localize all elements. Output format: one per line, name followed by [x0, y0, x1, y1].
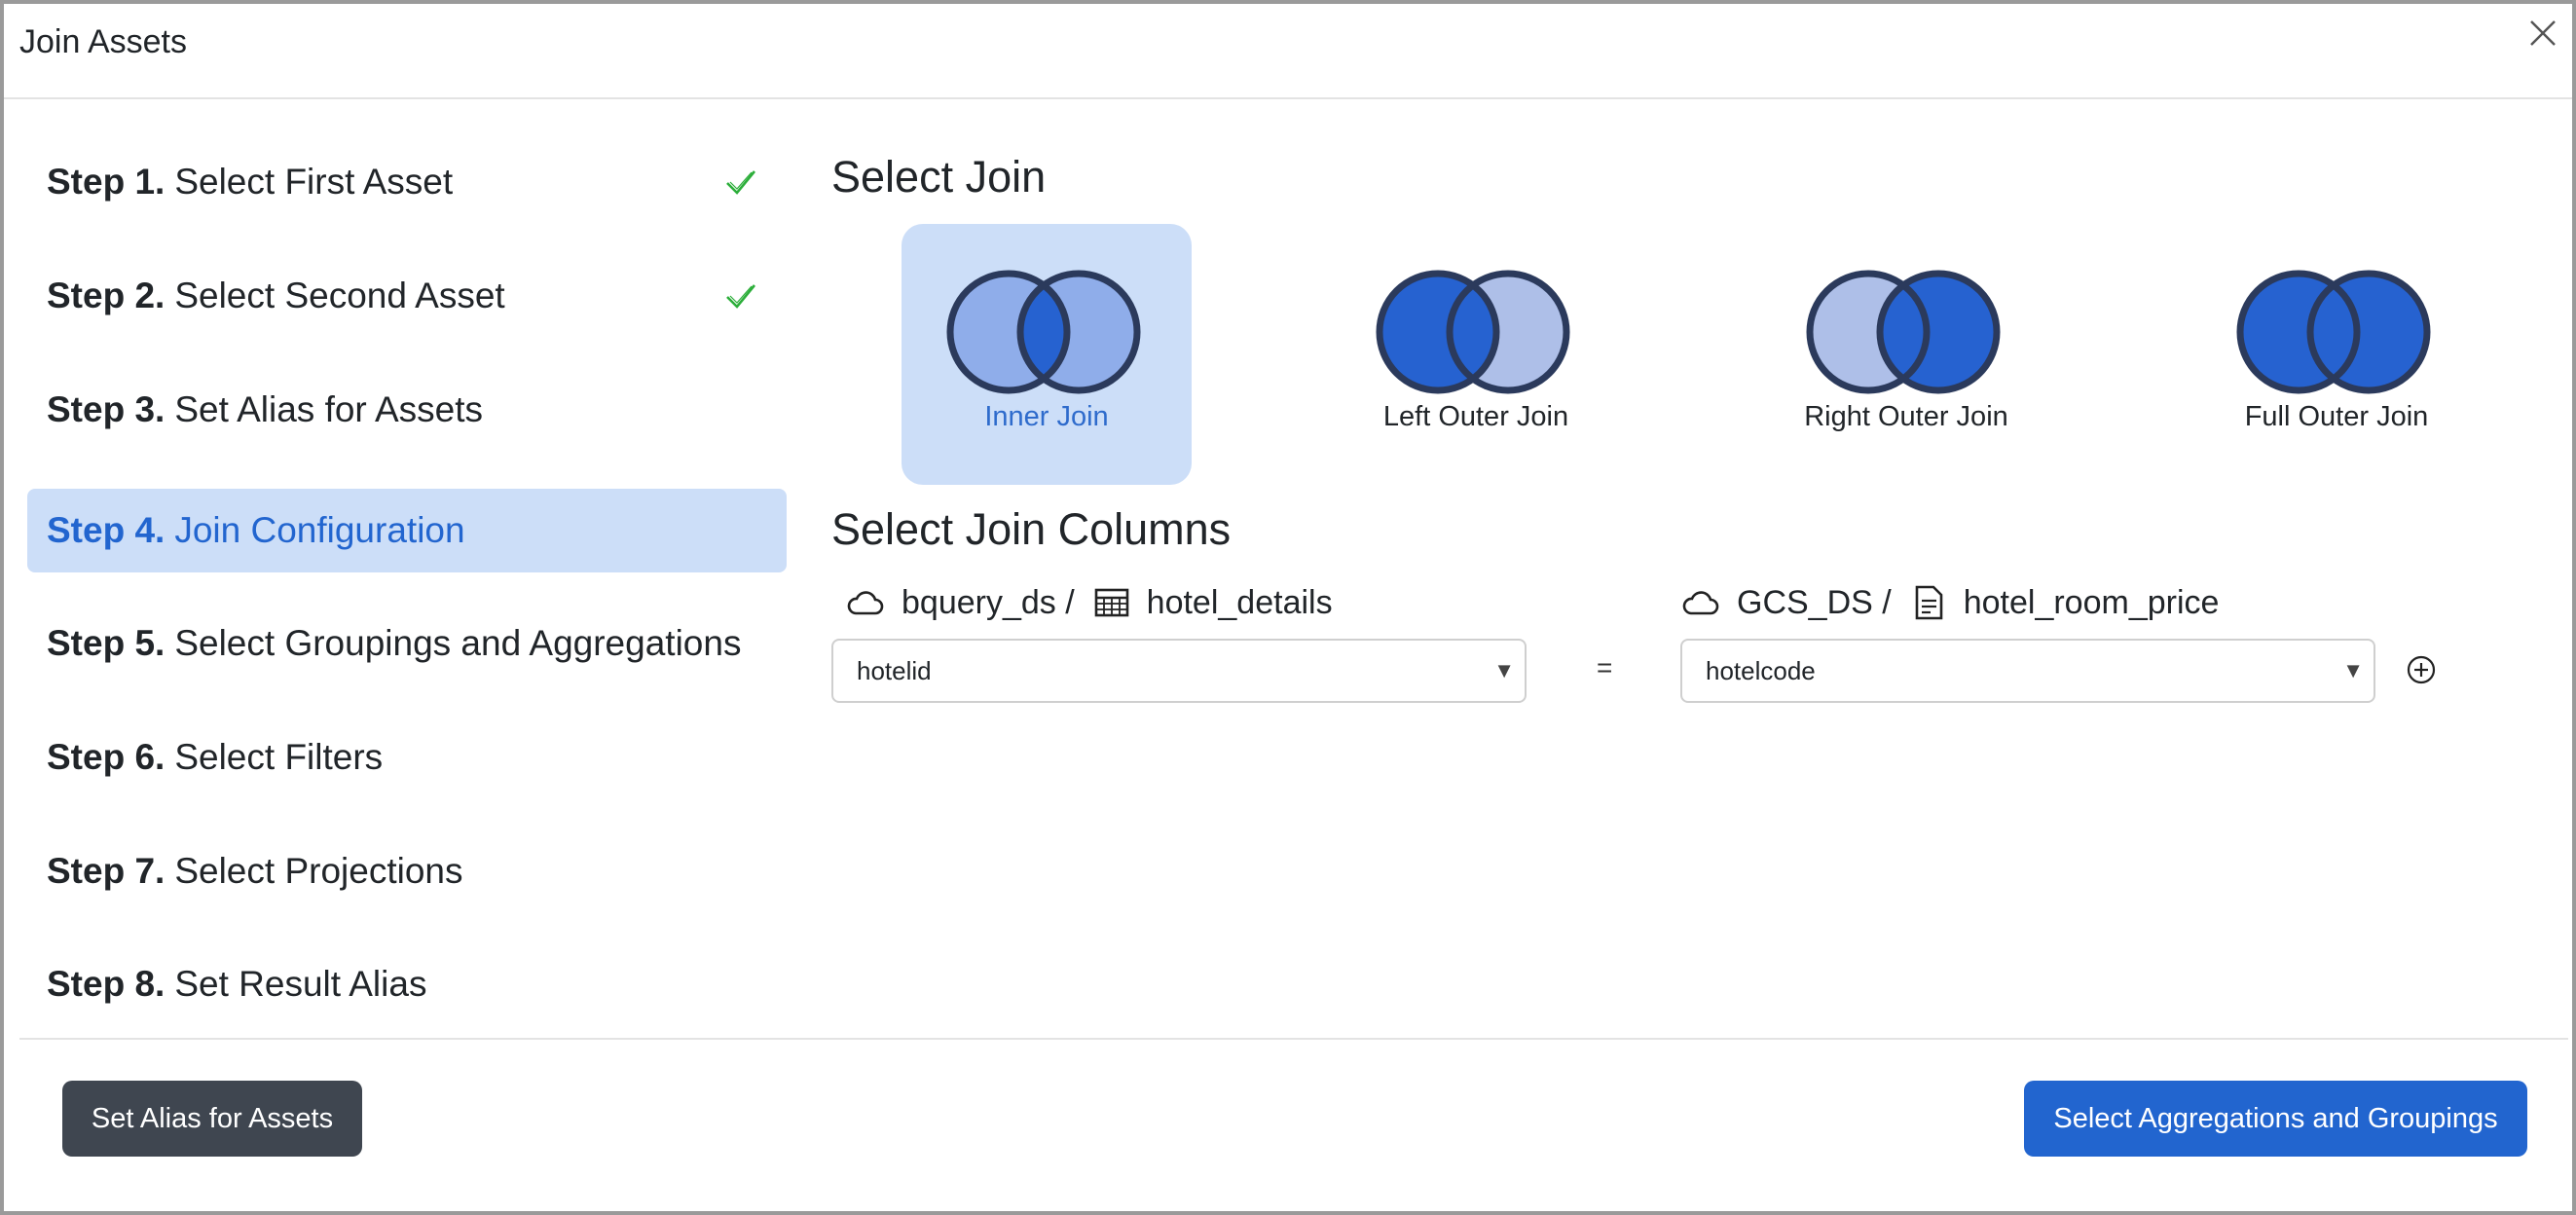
step-number: Step 5. — [47, 623, 166, 663]
step-item-2[interactable]: Step 2. Select Second Asset — [27, 254, 787, 338]
next-button[interactable]: Select Aggregations and Groupings — [2024, 1081, 2527, 1157]
left-outer-join-option[interactable]: Left Outer Join — [1331, 224, 1621, 485]
join-label: Right Outer Join — [1804, 401, 2008, 432]
step-number: Step 4. — [47, 510, 166, 550]
join-label: Inner Join — [984, 401, 1109, 432]
step-label: Set Alias for Assets — [174, 389, 484, 429]
check-icon — [726, 170, 756, 195]
right-datasource: GCS_DS / — [1737, 583, 1892, 621]
footer-divider — [19, 1038, 2568, 1040]
select-join-columns-title: Select Join Columns — [831, 504, 1232, 554]
step-item-8[interactable]: Step 8. Set Result Alias — [27, 942, 787, 1026]
equals-sign: = — [1597, 652, 1613, 682]
step-label: Select Groupings and Aggregations — [174, 623, 742, 663]
step-number: Step 1. — [47, 162, 166, 202]
right-column-value: hotelcode — [1706, 655, 1816, 685]
step-number: Step 2. — [47, 276, 166, 315]
add-column-pair-icon[interactable] — [2406, 654, 2437, 685]
cloud-icon — [847, 591, 884, 615]
close-icon[interactable] — [2523, 14, 2562, 53]
full-outer-join-icon — [2236, 270, 2431, 394]
check-icon — [726, 284, 756, 309]
right-asset-path: GCS_DS / hotel_room_price — [1680, 578, 2219, 627]
step-label: Select First Asset — [174, 162, 454, 202]
step-label: Select Filters — [174, 737, 384, 777]
inner-join-option[interactable]: Inner Join — [902, 224, 1192, 485]
step-label: Join Configuration — [174, 510, 465, 550]
step-number: Step 3. — [47, 389, 166, 429]
dialog-header: Join Assets — [4, 4, 2572, 99]
step-number: Step 6. — [47, 737, 166, 777]
select-join-title: Select Join — [831, 152, 1047, 202]
right-outer-join-option[interactable]: Right Outer Join — [1761, 224, 2051, 485]
back-button[interactable]: Set Alias for Assets — [62, 1081, 362, 1157]
step-number: Step 8. — [47, 964, 166, 1004]
join-label: Left Outer Join — [1382, 401, 1569, 432]
left-asset-path: bquery_ds / hotel_details — [845, 578, 1333, 627]
step-item-1[interactable]: Step 1. Select First Asset — [27, 140, 787, 224]
file-icon — [1915, 585, 1943, 620]
step-label: Select Second Asset — [174, 276, 505, 315]
join-assets-dialog: Join Assets Step 1. Select First Asset S… — [0, 0, 2576, 1215]
left-datasource: bquery_ds / — [902, 583, 1075, 621]
step-number: Step 7. — [47, 851, 166, 891]
table-icon — [1094, 588, 1128, 617]
left-column-value: hotelid — [857, 655, 932, 685]
step-item-5[interactable]: Step 5. Select Groupings and Aggregation… — [27, 602, 787, 685]
dropdown-arrow-icon: ▼ — [1493, 658, 1515, 682]
left-asset-name: hotel_details — [1146, 583, 1333, 621]
left-outer-join-icon — [1376, 270, 1570, 394]
cloud-icon — [1682, 591, 1719, 615]
step-item-7[interactable]: Step 7. Select Projections — [27, 829, 787, 913]
full-outer-join-option[interactable]: Full Outer Join — [2191, 224, 2482, 485]
step-label: Set Result Alias — [174, 964, 427, 1004]
left-column-select[interactable]: hotelid ▼ — [831, 639, 1527, 703]
join-label: Full Outer Join — [2244, 401, 2429, 432]
step-item-4[interactable]: Step 4. Join Configuration — [27, 489, 787, 572]
inner-join-icon — [946, 270, 1141, 394]
step-item-3[interactable]: Step 3. Set Alias for Assets — [27, 368, 787, 452]
right-asset-name: hotel_room_price — [1963, 583, 2220, 621]
right-outer-join-icon — [1806, 270, 2001, 394]
dialog-title: Join Assets — [19, 23, 187, 60]
dropdown-arrow-icon: ▼ — [2342, 658, 2364, 682]
step-label: Select Projections — [174, 851, 463, 891]
right-column-select[interactable]: hotelcode ▼ — [1680, 639, 2375, 703]
step-item-6[interactable]: Step 6. Select Filters — [27, 716, 787, 799]
